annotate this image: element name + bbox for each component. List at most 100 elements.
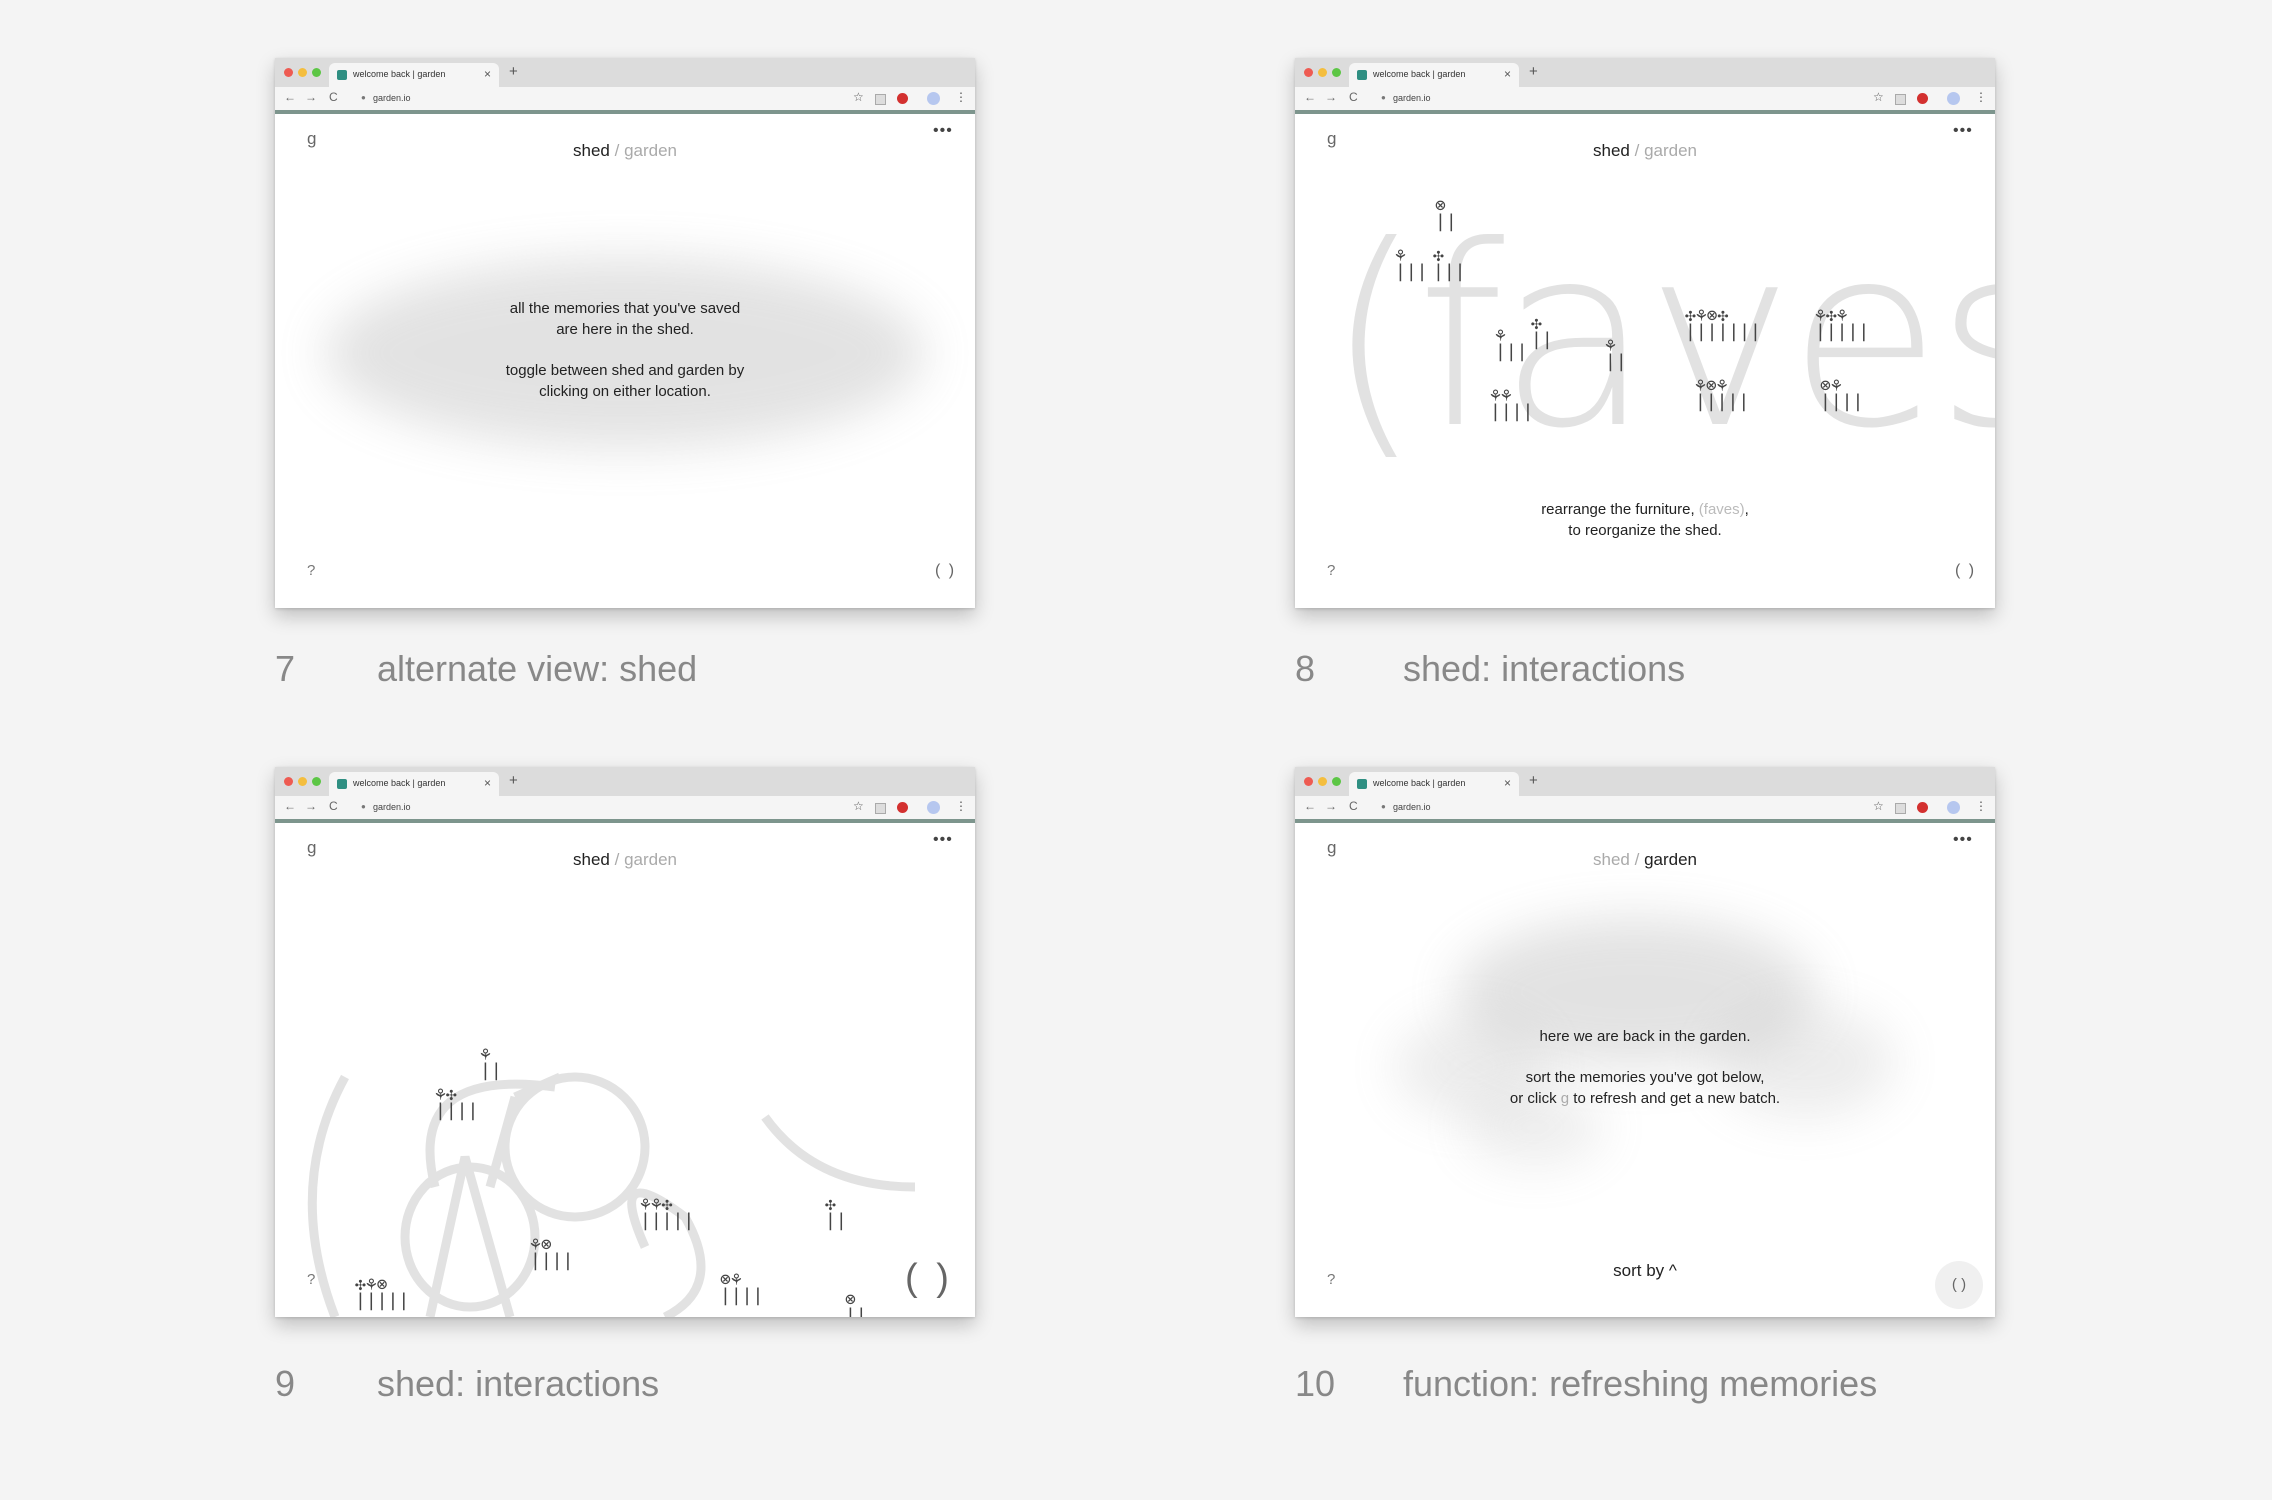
- help-button[interactable]: ?: [1327, 562, 1335, 579]
- plant-icon[interactable]: ⊗⚘ ||||: [720, 1271, 763, 1305]
- browser-tab[interactable]: welcome back | garden ×: [1349, 772, 1519, 796]
- plant-icon[interactable]: ⚘✣ ||||: [435, 1086, 478, 1120]
- more-menu-icon[interactable]: •••: [1953, 122, 1973, 140]
- sort-by-button[interactable]: sort by ^: [1295, 1261, 1995, 1281]
- accent-bar: [275, 110, 975, 114]
- close-window-button[interactable]: [1304, 777, 1313, 786]
- refresh-instruction-line: or click g to refresh and get a new batc…: [1295, 1088, 1995, 1109]
- garden-link[interactable]: garden: [624, 141, 677, 160]
- bookmark-star-icon[interactable]: ☆: [853, 90, 864, 104]
- letter-open-paren[interactable]: [307, 1074, 349, 1317]
- reload-icon[interactable]: C: [1349, 799, 1358, 813]
- plant-icon[interactable]: ✣⚘⊗✣ |||||||: [1685, 307, 1761, 341]
- help-button[interactable]: ?: [307, 1271, 315, 1288]
- browser-tab[interactable]: welcome back | garden ×: [329, 63, 499, 87]
- letter-close-paren[interactable]: [761, 1114, 916, 1192]
- browser-menu-icon[interactable]: ⋮: [955, 90, 967, 104]
- panel-caption: function: refreshing memories: [1403, 1363, 1878, 1404]
- reload-icon[interactable]: C: [329, 90, 338, 104]
- browser-menu-icon[interactable]: ⋮: [1975, 799, 1987, 813]
- close-window-button[interactable]: [284, 68, 293, 77]
- minimize-window-button[interactable]: [1318, 68, 1327, 77]
- bookmark-star-icon[interactable]: ☆: [1873, 90, 1884, 104]
- lock-icon: ●: [1381, 802, 1386, 811]
- extension-icon[interactable]: [875, 94, 886, 105]
- rearrange-line: rearrange the furniture, (faves),: [1295, 499, 1995, 520]
- garden-link[interactable]: garden: [1644, 850, 1697, 869]
- back-icon[interactable]: ←: [1304, 90, 1316, 104]
- profile-avatar[interactable]: [1947, 92, 1960, 105]
- back-icon[interactable]: ←: [284, 90, 296, 104]
- more-menu-icon[interactable]: •••: [1953, 831, 1973, 849]
- faves-word[interactable]: (faves): [1325, 208, 1995, 468]
- faves-button[interactable]: ( ): [935, 562, 956, 580]
- browser-menu-icon[interactable]: ⋮: [1975, 90, 1987, 104]
- plant-icon[interactable]: ✣⚘⊗ |||||: [355, 1276, 409, 1310]
- faves-button[interactable]: ( ): [1935, 1261, 1983, 1309]
- bookmark-star-icon[interactable]: ☆: [1873, 799, 1884, 813]
- forward-icon[interactable]: →: [1325, 799, 1337, 813]
- letter-v[interactable]: [425, 1155, 515, 1317]
- address-bar[interactable]: garden.io: [1393, 93, 1431, 103]
- plant-icon[interactable]: ✣ |||: [1433, 247, 1466, 281]
- help-button[interactable]: ?: [1327, 1271, 1335, 1288]
- shed-link[interactable]: shed: [573, 141, 610, 160]
- more-menu-icon[interactable]: •••: [933, 122, 953, 140]
- extension-icon[interactable]: [1895, 803, 1906, 814]
- maximize-window-button[interactable]: [1332, 777, 1341, 786]
- plant-icon[interactable]: ✣ ||: [1531, 315, 1553, 349]
- profile-avatar[interactable]: [1947, 801, 1960, 814]
- plant-icon[interactable]: ⚘ ||: [1605, 337, 1627, 371]
- plant-icon[interactable]: ⚘ |||: [1395, 247, 1428, 281]
- forward-icon[interactable]: →: [1325, 90, 1337, 104]
- forward-icon[interactable]: →: [305, 90, 317, 104]
- browser-toolbar: ← → C ● garden.io ☆ ⋮: [1295, 87, 1995, 110]
- scattered-faves-letters[interactable]: [275, 767, 975, 1317]
- minimize-window-button[interactable]: [298, 68, 307, 77]
- tab-close-icon[interactable]: ×: [1504, 67, 1511, 81]
- new-tab-button[interactable]: +: [509, 63, 518, 80]
- tab-close-icon[interactable]: ×: [1504, 776, 1511, 790]
- back-icon[interactable]: ←: [1304, 799, 1316, 813]
- new-tab-button[interactable]: +: [1529, 63, 1538, 80]
- close-window-button[interactable]: [1304, 68, 1313, 77]
- plant-icon[interactable]: ⊗ ||: [1435, 197, 1457, 231]
- plant-icon[interactable]: ⚘⊗ ||||: [530, 1236, 573, 1270]
- garden-intro-line: here we are back in the garden.: [1539, 1028, 1751, 1045]
- faves-button[interactable]: ( ): [1955, 562, 1976, 580]
- plant-icon[interactable]: ⚘⚘ ||||: [1490, 387, 1533, 421]
- plant-icon[interactable]: ⊗⚘ ||||: [1820, 377, 1863, 411]
- help-button[interactable]: ?: [307, 562, 315, 579]
- plant-icon[interactable]: ⚘⚘✣ |||||: [640, 1196, 694, 1230]
- letter-e[interactable]: [500, 1072, 650, 1222]
- plant-icon[interactable]: ⚘✣⚘ |||||: [1815, 307, 1869, 341]
- plant-icon[interactable]: ⚘⊗⚘ |||||: [1695, 377, 1749, 411]
- location-separator: /: [1634, 141, 1640, 160]
- tab-close-icon[interactable]: ×: [484, 67, 491, 81]
- reload-icon[interactable]: C: [1349, 90, 1358, 104]
- opera-extension-icon[interactable]: [897, 93, 908, 104]
- faves-button[interactable]: ( ): [905, 1257, 953, 1300]
- opera-extension-icon[interactable]: [1917, 802, 1928, 813]
- new-tab-button[interactable]: +: [1529, 772, 1538, 789]
- shed-link[interactable]: shed: [1593, 850, 1630, 869]
- panel-number: 10: [1295, 1363, 1336, 1404]
- address-bar[interactable]: garden.io: [1393, 802, 1431, 812]
- garden-link[interactable]: garden: [1644, 141, 1697, 160]
- tab-bar: welcome back | garden × +: [1295, 767, 1995, 796]
- maximize-window-button[interactable]: [1332, 68, 1341, 77]
- maximize-window-button[interactable]: [312, 68, 321, 77]
- opera-extension-icon[interactable]: [1917, 93, 1928, 104]
- address-bar[interactable]: garden.io: [373, 93, 411, 103]
- browser-window: welcome back | garden × + ← → C ● garden…: [1295, 58, 1995, 608]
- profile-avatar[interactable]: [927, 92, 940, 105]
- shed-link[interactable]: shed: [1593, 141, 1630, 160]
- extension-icon[interactable]: [1895, 94, 1906, 105]
- plant-icon[interactable]: ⊗ ||: [845, 1291, 867, 1318]
- plant-icon[interactable]: ⚘ |||: [1495, 327, 1528, 361]
- minimize-window-button[interactable]: [1318, 777, 1327, 786]
- plant-icon[interactable]: ⚘ ||: [480, 1046, 502, 1080]
- browser-window: welcome back | garden × + ← → C ● garden…: [275, 58, 975, 608]
- plant-icon[interactable]: ✣ ||: [825, 1196, 847, 1230]
- browser-tab[interactable]: welcome back | garden ×: [1349, 63, 1519, 87]
